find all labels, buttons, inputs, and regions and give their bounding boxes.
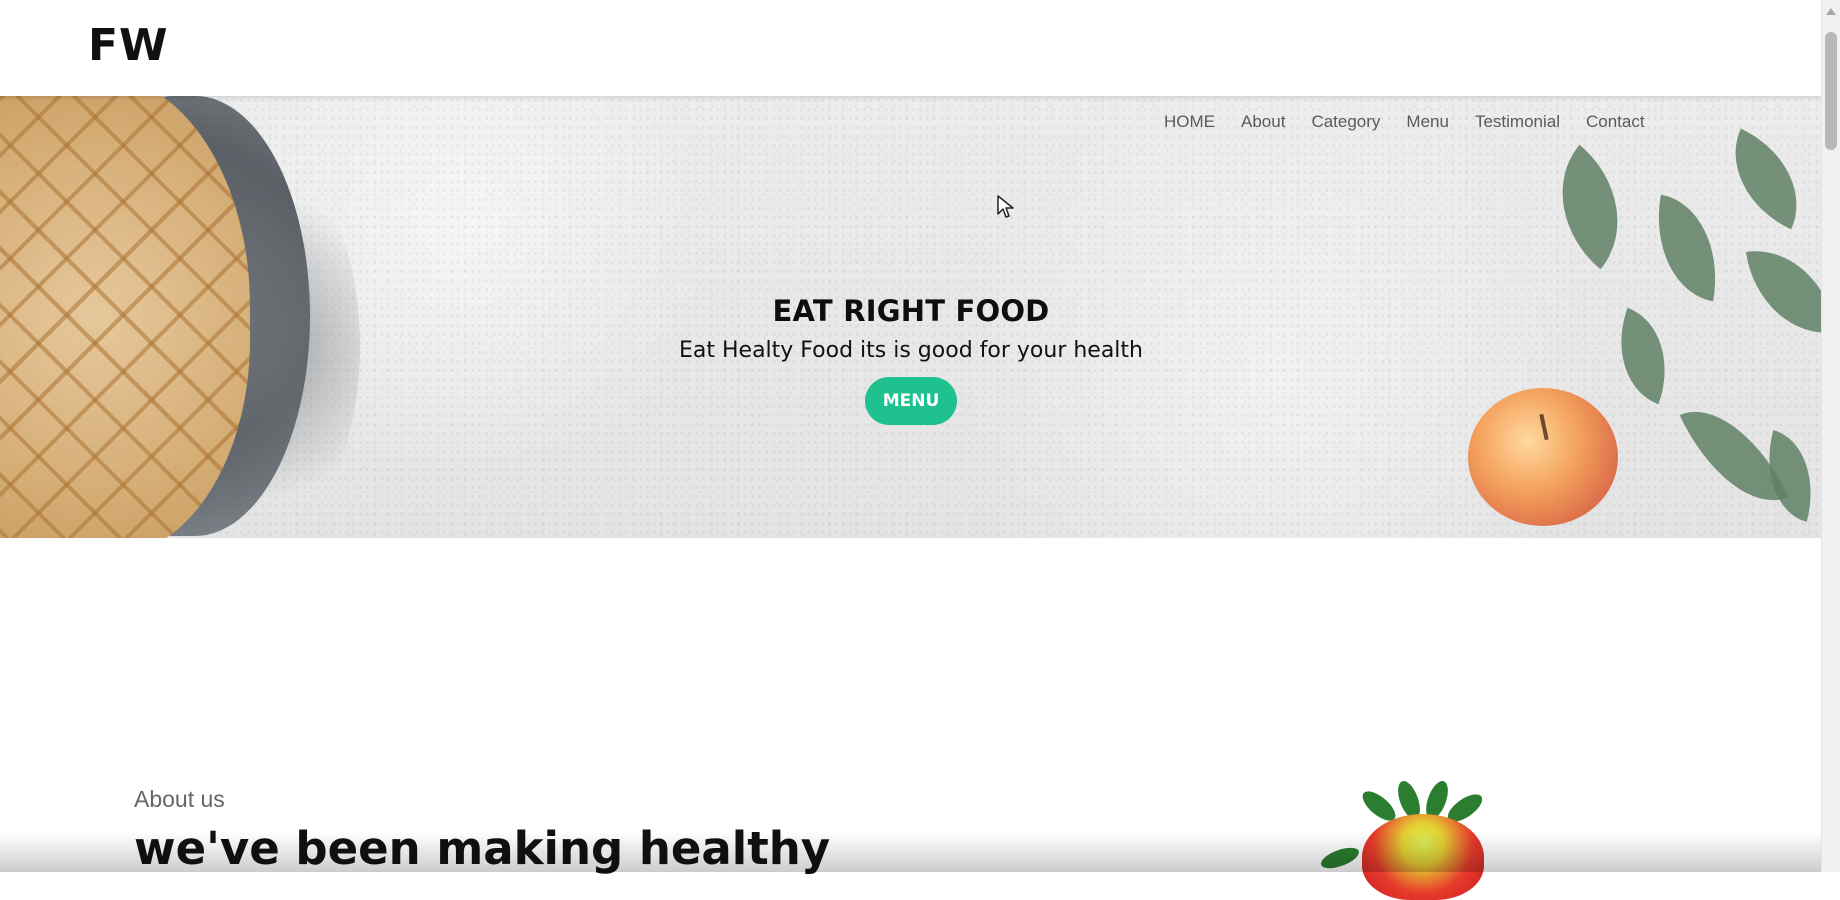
nav-item-home[interactable]: HOME [1164, 112, 1215, 132]
bottom-fade [0, 832, 1822, 872]
main-nav: HOME About Category Menu Testimonial Con… [1164, 112, 1645, 132]
menu-button[interactable]: MENU [864, 377, 958, 425]
hero-subtitle: Eat Healty Food its is good for your hea… [678, 338, 1143, 363]
site-logo[interactable]: FW [88, 20, 169, 71]
hero-title: EAT RIGHT FOOD [772, 294, 1050, 328]
mouse-cursor-icon [997, 195, 1014, 218]
hero-banner: EAT RIGHT FOOD Eat Healty Food its is go… [0, 96, 1822, 538]
hero-content: EAT RIGHT FOOD Eat Healty Food its is go… [0, 294, 1822, 425]
nav-item-testimonial[interactable]: Testimonial [1475, 112, 1560, 132]
about-label: About us [134, 786, 225, 812]
nav-item-category[interactable]: Category [1311, 112, 1380, 132]
nav-item-about[interactable]: About [1241, 112, 1285, 132]
nav-item-menu[interactable]: Menu [1406, 112, 1449, 132]
scroll-thumb[interactable] [1825, 32, 1837, 150]
leaf-shape [1526, 144, 1654, 270]
leaf-shape [1644, 194, 1730, 302]
vertical-scrollbar[interactable] [1821, 0, 1840, 872]
top-bar: FW [0, 0, 1822, 96]
nav-item-contact[interactable]: Contact [1586, 112, 1645, 132]
leaf-shape [1711, 128, 1821, 230]
scroll-up-arrow-icon[interactable] [1826, 8, 1836, 15]
